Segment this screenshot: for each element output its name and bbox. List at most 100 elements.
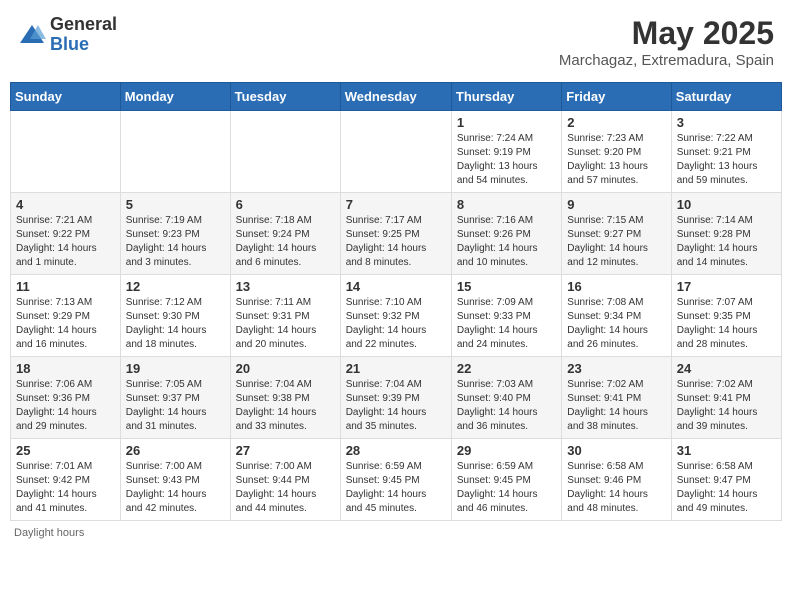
logo-icon <box>18 21 46 49</box>
day-info: Sunrise: 7:24 AM Sunset: 9:19 PM Dayligh… <box>457 132 556 188</box>
day-number: 17 <box>677 279 776 294</box>
day-info: Sunrise: 7:23 AM Sunset: 9:20 PM Dayligh… <box>567 132 665 188</box>
calendar-cell: 8 Sunrise: 7:16 AM Sunset: 9:26 PM Daylig… <box>451 193 561 275</box>
calendar-cell: 21Sunrise: 7:04 AM Sunset: 9:39 PM Dayli… <box>340 357 451 439</box>
calendar-cell: 18Sunrise: 7:06 AM Sunset: 9:36 PM Dayli… <box>11 357 121 439</box>
day-info: Sunrise: 7:03 AM Sunset: 9:40 PM Dayligh… <box>457 378 556 434</box>
day-info: Sunrise: 7:10 AM Sunset: 9:32 PM Dayligh… <box>346 296 446 352</box>
calendar-cell: 9 Sunrise: 7:15 AM Sunset: 9:27 PM Daylig… <box>562 193 671 275</box>
day-info: Sunrise: 7:08 AM Sunset: 9:34 PM Dayligh… <box>567 296 665 352</box>
calendar-cell: 31 Sunrise: 6:58 AM Sunset: 9:47 PM Dayli… <box>671 439 781 521</box>
calendar-cell: 13 Sunrise: 7:11 AM Sunset: 9:31 PM Dayli… <box>230 275 340 357</box>
day-info: Sunrise: 7:12 AM Sunset: 9:30 PM Dayligh… <box>126 296 225 352</box>
calendar-cell: 2 Sunrise: 7:23 AM Sunset: 9:20 PM Daylig… <box>562 111 671 193</box>
title-block: May 2025 Marchagaz, Extremadura, Spain <box>559 15 774 69</box>
day-info: Sunrise: 7:05 AM Sunset: 9:37 PM Dayligh… <box>126 378 225 434</box>
day-header-friday: Friday <box>562 83 671 111</box>
location-title: Marchagaz, Extremadura, Spain <box>559 52 774 69</box>
day-number: 9 <box>567 197 665 212</box>
day-number: 2 <box>567 115 665 130</box>
day-number: 12 <box>126 279 225 294</box>
calendar-week-1: 1 Sunrise: 7:24 AM Sunset: 9:19 PM Daylig… <box>11 111 782 193</box>
calendar-cell: 19 Sunrise: 7:05 AM Sunset: 9:37 PM Dayli… <box>120 357 230 439</box>
month-title: May 2025 <box>559 15 774 52</box>
calendar-cell: 28Sunrise: 6:59 AM Sunset: 9:45 PM Dayli… <box>340 439 451 521</box>
calendar-cell: 30 Sunrise: 6:58 AM Sunset: 9:46 PM Dayli… <box>562 439 671 521</box>
day-number: 4 <box>16 197 115 212</box>
calendar-cell: 1 Sunrise: 7:24 AM Sunset: 9:19 PM Daylig… <box>451 111 561 193</box>
day-number: 22 <box>457 361 556 376</box>
calendar-cell <box>340 111 451 193</box>
day-number: 10 <box>677 197 776 212</box>
day-header-tuesday: Tuesday <box>230 83 340 111</box>
logo-blue-text: Blue <box>50 35 117 55</box>
day-info: Sunrise: 7:01 AM Sunset: 9:42 PM Dayligh… <box>16 460 115 516</box>
calendar-cell <box>230 111 340 193</box>
day-info: Sunrise: 6:58 AM Sunset: 9:46 PM Dayligh… <box>567 460 665 516</box>
calendar-week-2: 4Sunrise: 7:21 AM Sunset: 9:22 PM Daylig… <box>11 193 782 275</box>
day-info: Sunrise: 7:09 AM Sunset: 9:33 PM Dayligh… <box>457 296 556 352</box>
calendar-cell: 6 Sunrise: 7:18 AM Sunset: 9:24 PM Daylig… <box>230 193 340 275</box>
day-info: Sunrise: 7:18 AM Sunset: 9:24 PM Dayligh… <box>236 214 335 270</box>
calendar-table: SundayMondayTuesdayWednesdayThursdayFrid… <box>10 82 782 521</box>
day-header-sunday: Sunday <box>11 83 121 111</box>
calendar-cell: 29 Sunrise: 6:59 AM Sunset: 9:45 PM Dayli… <box>451 439 561 521</box>
day-info: Sunrise: 7:16 AM Sunset: 9:26 PM Dayligh… <box>457 214 556 270</box>
calendar-cell <box>120 111 230 193</box>
calendar-cell: 17 Sunrise: 7:07 AM Sunset: 9:35 PM Dayli… <box>671 275 781 357</box>
day-info: Sunrise: 7:02 AM Sunset: 9:41 PM Dayligh… <box>567 378 665 434</box>
day-number: 30 <box>567 443 665 458</box>
day-info: Sunrise: 7:02 AM Sunset: 9:41 PM Dayligh… <box>677 378 776 434</box>
calendar-cell: 5 Sunrise: 7:19 AM Sunset: 9:23 PM Daylig… <box>120 193 230 275</box>
footer-note: Daylight hours <box>10 527 782 539</box>
calendar-cell: 15Sunrise: 7:09 AM Sunset: 9:33 PM Dayli… <box>451 275 561 357</box>
day-info: Sunrise: 7:19 AM Sunset: 9:23 PM Dayligh… <box>126 214 225 270</box>
day-number: 13 <box>236 279 335 294</box>
day-number: 24 <box>677 361 776 376</box>
day-number: 28 <box>346 443 446 458</box>
calendar-cell: 11 Sunrise: 7:13 AM Sunset: 9:29 PM Dayli… <box>11 275 121 357</box>
calendar-header-row: SundayMondayTuesdayWednesdayThursdayFrid… <box>11 83 782 111</box>
calendar-cell <box>11 111 121 193</box>
calendar-week-5: 25 Sunrise: 7:01 AM Sunset: 9:42 PM Dayli… <box>11 439 782 521</box>
day-info: Sunrise: 6:58 AM Sunset: 9:47 PM Dayligh… <box>677 460 776 516</box>
day-info: Sunrise: 7:13 AM Sunset: 9:29 PM Dayligh… <box>16 296 115 352</box>
day-number: 27 <box>236 443 335 458</box>
day-info: Sunrise: 7:15 AM Sunset: 9:27 PM Dayligh… <box>567 214 665 270</box>
day-number: 26 <box>126 443 225 458</box>
day-number: 14 <box>346 279 446 294</box>
day-number: 19 <box>126 361 225 376</box>
day-number: 11 <box>16 279 115 294</box>
day-number: 5 <box>126 197 225 212</box>
day-number: 1 <box>457 115 556 130</box>
day-number: 25 <box>16 443 115 458</box>
logo: General Blue <box>18 15 117 55</box>
calendar-cell: 25 Sunrise: 7:01 AM Sunset: 9:42 PM Dayli… <box>11 439 121 521</box>
day-number: 6 <box>236 197 335 212</box>
day-number: 31 <box>677 443 776 458</box>
calendar-cell: 24 Sunrise: 7:02 AM Sunset: 9:41 PM Dayli… <box>671 357 781 439</box>
calendar-week-3: 11 Sunrise: 7:13 AM Sunset: 9:29 PM Dayli… <box>11 275 782 357</box>
day-number: 3 <box>677 115 776 130</box>
day-number: 20 <box>236 361 335 376</box>
day-info: Sunrise: 7:04 AM Sunset: 9:38 PM Dayligh… <box>236 378 335 434</box>
day-info: Sunrise: 7:07 AM Sunset: 9:35 PM Dayligh… <box>677 296 776 352</box>
calendar-cell: 12 Sunrise: 7:12 AM Sunset: 9:30 PM Dayli… <box>120 275 230 357</box>
day-number: 23 <box>567 361 665 376</box>
day-number: 7 <box>346 197 446 212</box>
day-number: 16 <box>567 279 665 294</box>
day-info: Sunrise: 6:59 AM Sunset: 9:45 PM Dayligh… <box>457 460 556 516</box>
page-header: General Blue May 2025 Marchagaz, Extrema… <box>10 10 782 74</box>
day-number: 29 <box>457 443 556 458</box>
day-header-monday: Monday <box>120 83 230 111</box>
day-info: Sunrise: 7:11 AM Sunset: 9:31 PM Dayligh… <box>236 296 335 352</box>
day-header-wednesday: Wednesday <box>340 83 451 111</box>
calendar-cell: 7Sunrise: 7:17 AM Sunset: 9:25 PM Daylig… <box>340 193 451 275</box>
calendar-cell: 3Sunrise: 7:22 AM Sunset: 9:21 PM Daylig… <box>671 111 781 193</box>
calendar-cell: 10Sunrise: 7:14 AM Sunset: 9:28 PM Dayli… <box>671 193 781 275</box>
calendar-cell: 22 Sunrise: 7:03 AM Sunset: 9:40 PM Dayli… <box>451 357 561 439</box>
day-number: 8 <box>457 197 556 212</box>
calendar-cell: 23 Sunrise: 7:02 AM Sunset: 9:41 PM Dayli… <box>562 357 671 439</box>
day-info: Sunrise: 7:04 AM Sunset: 9:39 PM Dayligh… <box>346 378 446 434</box>
day-header-thursday: Thursday <box>451 83 561 111</box>
